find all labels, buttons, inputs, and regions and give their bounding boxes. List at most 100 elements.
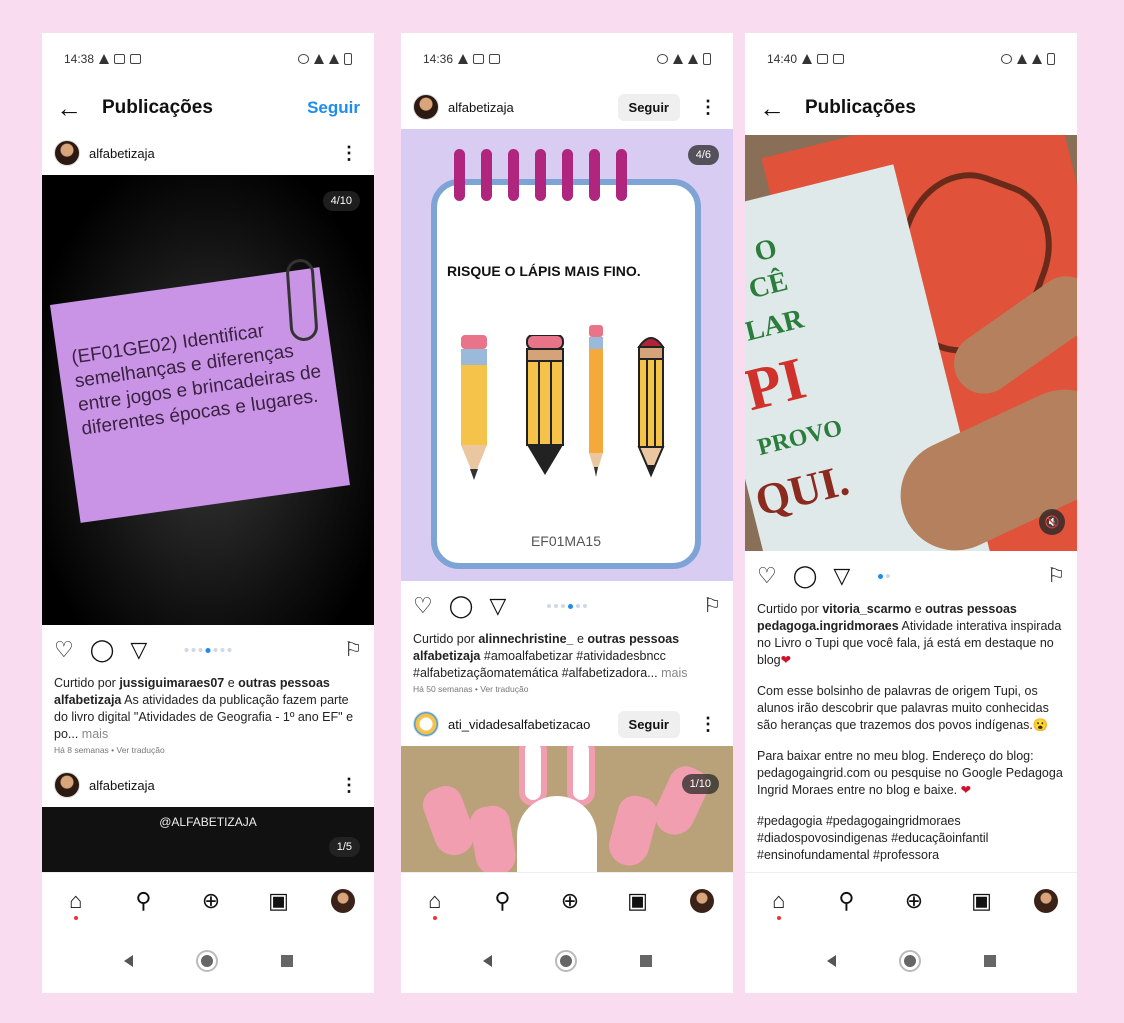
caption-user[interactable]: alfabetizaja — [413, 649, 480, 663]
username[interactable]: ati_vidadesalfabetizacao — [448, 717, 609, 732]
status-time: 14:38 — [64, 52, 95, 66]
mute-icon[interactable]: 🔇 — [1039, 509, 1065, 535]
caption-user[interactable]: pedagoga.ingridmoraes — [757, 619, 899, 633]
paperclip-icon — [285, 258, 319, 342]
home-icon[interactable]: ⌂ — [61, 889, 91, 920]
more-options-icon[interactable]: ⋮ — [695, 97, 721, 118]
add-post-icon[interactable]: ⊕ — [196, 889, 226, 912]
more-options-icon[interactable]: ⋮ — [336, 143, 362, 164]
spiral-binding — [454, 149, 627, 201]
slide-counter: 1/5 — [328, 837, 360, 857]
caption-paragraph: Para baixar entre no meu blog. Endereço … — [757, 749, 1063, 797]
post-header: ati_vidadesalfabetizacao Seguir ⋮ — [401, 702, 733, 746]
carousel-dots — [184, 647, 232, 653]
notification-icon — [817, 54, 829, 64]
system-home-icon[interactable] — [554, 949, 577, 972]
status-time: 14:36 — [423, 52, 454, 66]
system-back-icon[interactable] — [826, 954, 836, 967]
like-heart-icon[interactable]: ♡ — [54, 639, 74, 661]
signal-icon — [688, 54, 698, 64]
slide-counter: 4/10 — [322, 191, 360, 211]
home-icon[interactable]: ⌂ — [764, 889, 794, 920]
post-video[interactable]: O CÊ LAR PI PROVO QUI. 🔇 — [745, 135, 1077, 551]
alarm-icon — [657, 54, 668, 64]
post-image[interactable]: @ALFABETIZAJA 1/5 — [42, 807, 374, 877]
liked-user[interactable]: vitoria_scarmo — [822, 602, 911, 616]
username[interactable]: alfabetizaja — [448, 100, 609, 115]
profile-avatar[interactable] — [690, 888, 715, 913]
system-home-icon[interactable] — [195, 949, 218, 972]
reels-icon[interactable]: ▣ — [264, 889, 294, 912]
more-options-icon[interactable]: ⋮ — [336, 775, 362, 796]
system-nav-bar — [401, 928, 733, 993]
liked-others[interactable]: outras pessoas — [925, 602, 1017, 616]
avatar[interactable] — [413, 94, 439, 120]
system-recents-icon[interactable] — [639, 954, 652, 967]
bookmark-icon[interactable]: ⚐ — [1047, 566, 1065, 586]
status-bar: 14:38 — [42, 33, 374, 85]
avatar[interactable] — [413, 711, 439, 737]
search-icon[interactable]: ⚲ — [128, 889, 158, 912]
liked-user[interactable]: alinnechristine_ — [478, 632, 573, 646]
follow-button[interactable]: Seguir — [617, 93, 680, 121]
username[interactable]: alfabetizaja — [89, 146, 327, 161]
comment-icon[interactable]: ◯ — [449, 595, 474, 617]
post-actions: ♡ ◯ ▽ ⚐ — [42, 625, 374, 675]
battery-icon — [1047, 53, 1055, 65]
wifi-icon — [673, 54, 683, 64]
system-home-icon[interactable] — [898, 949, 921, 972]
avatar[interactable] — [54, 140, 80, 166]
hashtags[interactable]: #pedagogia #pedagogaingridmoraes #diados… — [757, 813, 1065, 864]
post-image[interactable]: 4/10 (EF01GE02) Identificar semelhanças … — [42, 175, 374, 625]
add-post-icon[interactable]: ⊕ — [899, 889, 929, 912]
like-heart-icon[interactable]: ♡ — [757, 565, 777, 587]
bookmark-icon[interactable]: ⚐ — [703, 596, 721, 616]
share-icon[interactable]: ▽ — [833, 565, 850, 587]
wifi-icon — [314, 54, 324, 64]
phone-screen-3: 14:40 ← Publicações O CÊ LAR PI PROVO QU… — [745, 33, 1077, 993]
profile-avatar[interactable] — [331, 888, 356, 913]
username[interactable]: alfabetizaja — [89, 778, 327, 793]
add-post-icon[interactable]: ⊕ — [555, 889, 585, 912]
comment-icon[interactable]: ◯ — [793, 565, 818, 587]
caption-user[interactable]: alfabetizaja — [54, 693, 121, 707]
system-recents-icon[interactable] — [983, 954, 996, 967]
warning-icon — [802, 54, 813, 64]
more-link[interactable]: mais — [82, 727, 108, 741]
like-heart-icon[interactable]: ♡ — [413, 595, 433, 617]
system-recents-icon[interactable] — [280, 954, 293, 967]
liked-prefix: Curtido por — [54, 676, 120, 690]
warning-icon — [99, 54, 110, 64]
system-back-icon[interactable] — [123, 954, 133, 967]
back-arrow-icon[interactable]: ← — [759, 95, 785, 121]
wifi-icon — [1017, 54, 1027, 64]
post-caption: alfabetizaja #amoalfabetizar #atividades… — [401, 648, 733, 682]
liked-user[interactable]: jussiguimaraes07 — [119, 676, 224, 690]
reels-icon[interactable]: ▣ — [967, 889, 997, 912]
battery-icon — [344, 53, 352, 65]
more-link[interactable]: mais — [661, 666, 687, 680]
profile-avatar[interactable] — [1034, 888, 1059, 913]
search-icon[interactable]: ⚲ — [831, 889, 861, 912]
bottom-nav: ⌂ ⚲ ⊕ ▣ — [401, 872, 733, 928]
system-back-icon[interactable] — [482, 954, 492, 967]
bookmark-icon[interactable]: ⚐ — [344, 640, 362, 660]
post-caption: alfabetizaja As atividades da publicação… — [42, 692, 374, 743]
follow-button[interactable]: Seguir — [307, 98, 360, 118]
follow-button[interactable]: Seguir — [617, 710, 680, 738]
reels-icon[interactable]: ▣ — [623, 889, 653, 912]
comment-icon[interactable]: ◯ — [90, 639, 115, 661]
back-arrow-icon[interactable]: ← — [56, 95, 82, 121]
share-icon[interactable]: ▽ — [130, 639, 147, 661]
liked-others[interactable]: outras pessoas — [587, 632, 679, 646]
avatar[interactable] — [54, 772, 80, 798]
more-options-icon[interactable]: ⋮ — [695, 714, 721, 735]
alarm-icon — [298, 54, 309, 64]
post-actions: ♡ ◯ ▽ ⚐ — [745, 551, 1077, 601]
home-icon[interactable]: ⌂ — [420, 889, 450, 920]
post-meta: Há 8 semanas • Ver tradução — [54, 745, 165, 755]
search-icon[interactable]: ⚲ — [487, 889, 517, 912]
post-image[interactable]: 4/6 RISQUE O LÁPIS MAIS FINO. EF01MA15 — [401, 129, 733, 581]
liked-others[interactable]: outras pessoas — [238, 676, 330, 690]
share-icon[interactable]: ▽ — [489, 595, 506, 617]
